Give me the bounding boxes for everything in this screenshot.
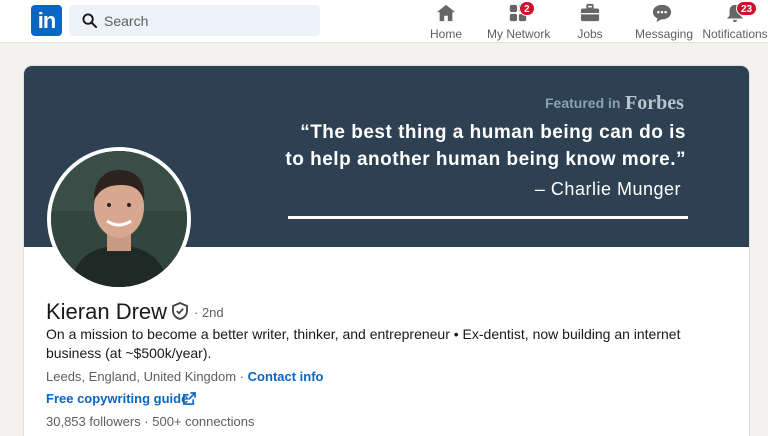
profile-location-row: Leeds, England, United Kingdom · Contact… [46,369,324,384]
connections-count[interactable]: · 500+ connections [144,414,254,429]
nav-messaging[interactable]: Messaging [635,3,694,41]
avatar[interactable] [47,147,191,291]
nav-home[interactable]: Home [425,3,467,41]
nav-home-label: Home [429,27,462,41]
nav-my-network-label: My Network [487,27,551,41]
search-input[interactable]: Search [69,5,320,36]
profile-stats: 30,853 followers · 500+ connections [46,414,255,429]
forbes-logo: Forbes [625,92,684,114]
featured-in-label: Featured in [545,95,621,111]
profile-headline: On a mission to become a better writer, … [46,326,681,361]
banner-divider [288,216,688,219]
nav-jobs-label: Jobs [577,27,603,41]
external-link-icon [183,392,196,405]
contact-info-link[interactable]: Contact info [248,369,324,384]
banner-quote: “The best thing a human being can do is … [254,119,686,173]
nav-my-network[interactable]: 2 My Network [487,1,551,41]
profile-photo [51,151,187,287]
notifications-badge: 23 [736,1,758,16]
website-link[interactable]: Free copywriting guide [46,391,188,406]
briefcase-icon [580,3,600,22]
nav-notifications[interactable]: 23 Notifications [702,1,768,41]
nav-jobs[interactable]: Jobs [572,3,608,41]
search-placeholder: Search [104,13,149,29]
quote-line-2: to help another human being know more.” [285,149,686,170]
followers-count[interactable]: 30,853 followers [46,414,141,429]
quote-author: – Charlie Munger [534,179,681,199]
connection-degree: · 2nd [194,305,224,320]
profile-location: Leeds, England, United Kingdom [46,369,237,384]
nav-notifications-label: Notifications [702,27,768,41]
profile-card: Featured in Forbes “The best thing a hum… [24,66,749,436]
quote-line-1: “The best thing a human being can do is [300,122,686,143]
messaging-icon [652,4,672,23]
nav-messaging-label: Messaging [635,27,694,41]
location-separator: · [239,369,245,384]
linkedin-logo[interactable]: in [31,5,62,36]
home-icon [436,4,456,22]
profile-name: Kieran Drew [46,299,168,324]
search-icon [82,13,97,28]
top-nav: in Search Home 2 My Network Jobs Messagi… [0,0,768,43]
network-badge: 2 [519,1,535,16]
verified-shield-icon[interactable] [171,302,189,320]
